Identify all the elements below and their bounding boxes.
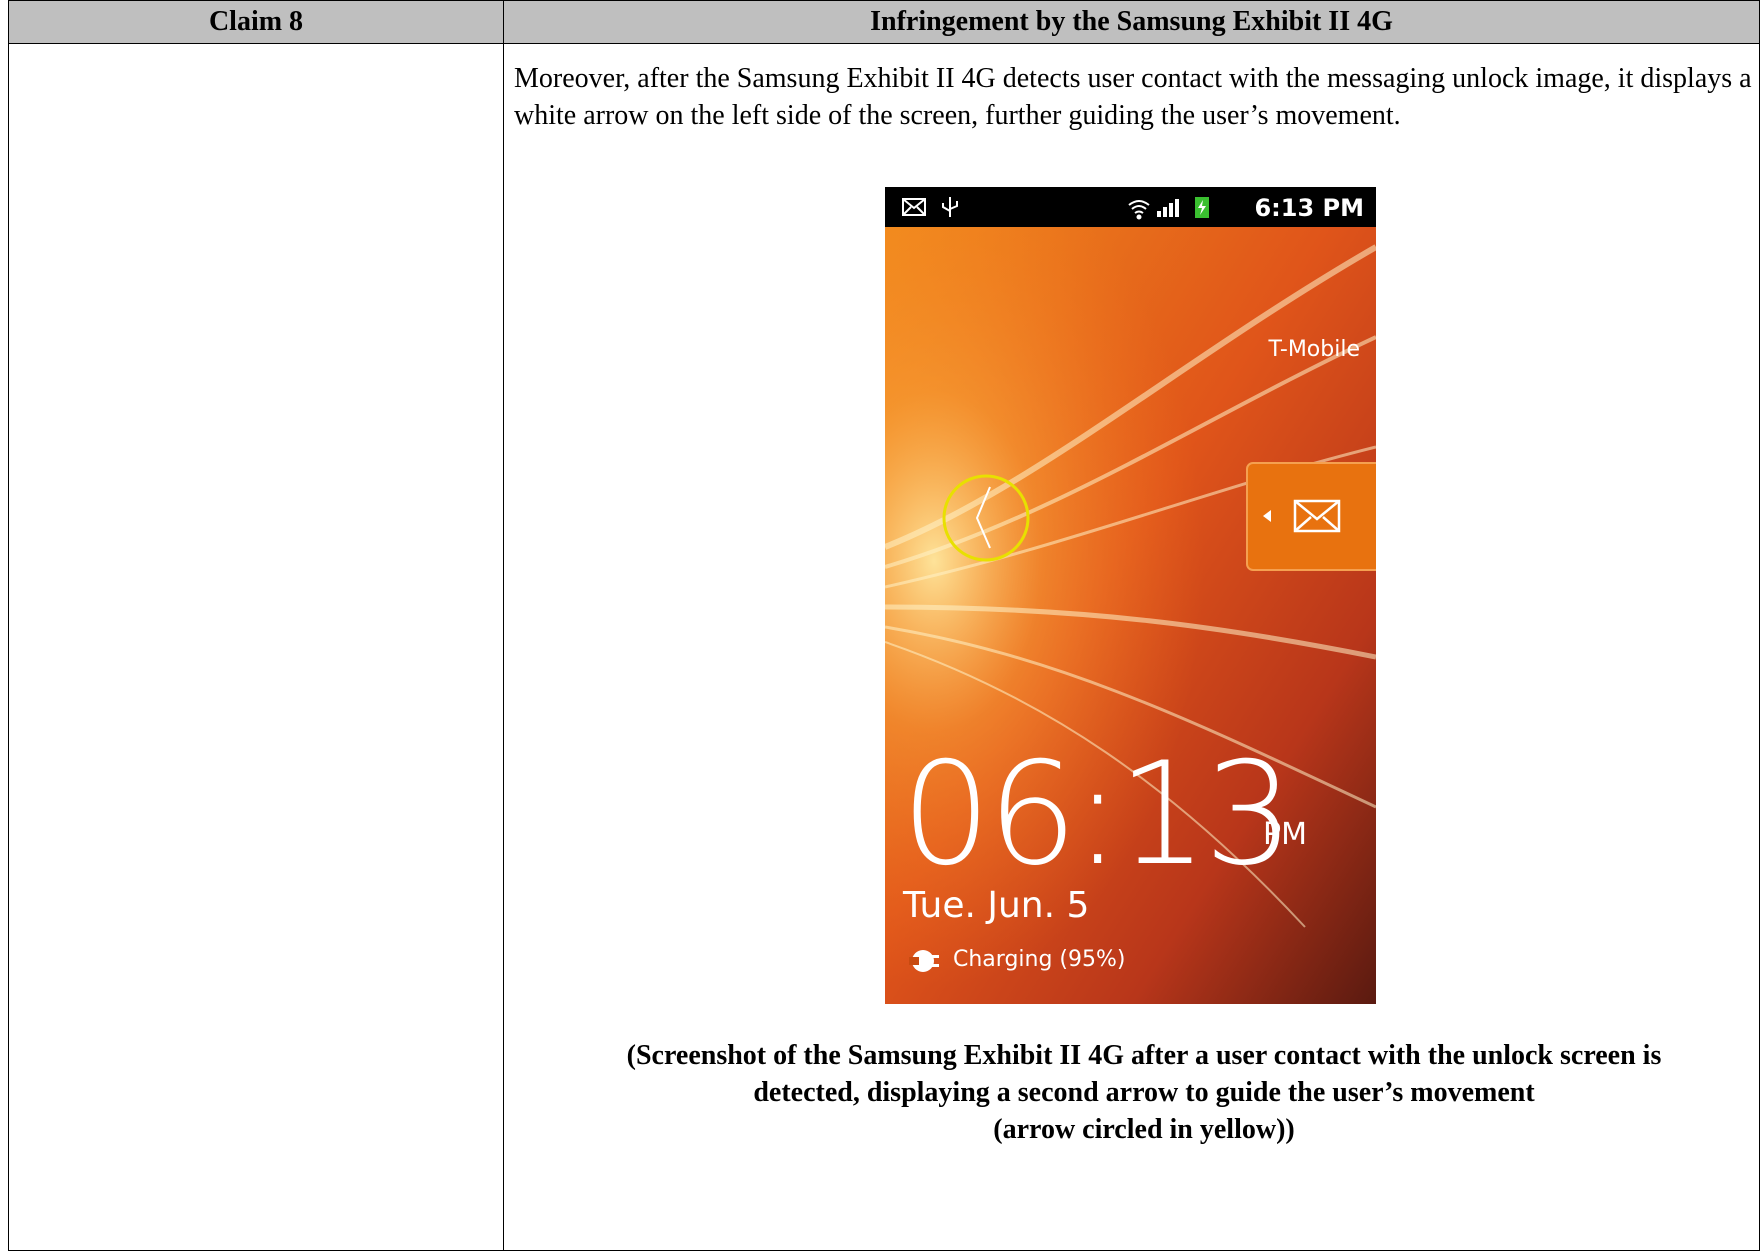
header-row: Claim 8 Infringement by the Samsung Exhi… <box>8 0 1760 44</box>
caption-line-3: (arrow circled in yellow)) <box>993 1114 1295 1145</box>
caption-line-2: detected, displaying a second arrow to g… <box>753 1077 1535 1108</box>
phone-screenshot: 6:13 PM T-Mobile 06:13 PM Tue. Jun. 5 Ch… <box>885 187 1376 1004</box>
body-paragraph: Moreover, after the Samsung Exhibit II 4… <box>514 63 1752 131</box>
lockscreen-clock: 06:13 <box>901 732 1294 897</box>
header-claim: Claim 8 <box>8 0 504 44</box>
unlock-tab[interactable] <box>1246 462 1376 571</box>
caption-line-1: (Screenshot of the Samsung Exhibit II 4G… <box>626 1040 1662 1071</box>
lockscreen-date: Tue. Jun. 5 <box>903 885 1090 926</box>
left-cell <box>8 43 504 1251</box>
charging-status: Charging (95%) <box>953 947 1126 972</box>
lockscreen-ampm: PM <box>1263 817 1307 852</box>
figure-caption: (Screenshot of the Samsung Exhibit II 4G… <box>534 1037 1754 1148</box>
battery-charging-icon <box>1195 197 1209 218</box>
header-infringement: Infringement by the Samsung Exhibit II 4… <box>503 0 1760 44</box>
claim-chart-table: Claim 8 Infringement by the Samsung Exhi… <box>8 0 1760 1251</box>
status-bar-time: 6:13 PM <box>1254 194 1364 222</box>
right-cell: Moreover, after the Samsung Exhibit II 4… <box>503 43 1760 1251</box>
content-row: Moreover, after the Samsung Exhibit II 4… <box>8 43 1760 1251</box>
carrier-label: T-Mobile <box>1268 337 1360 362</box>
